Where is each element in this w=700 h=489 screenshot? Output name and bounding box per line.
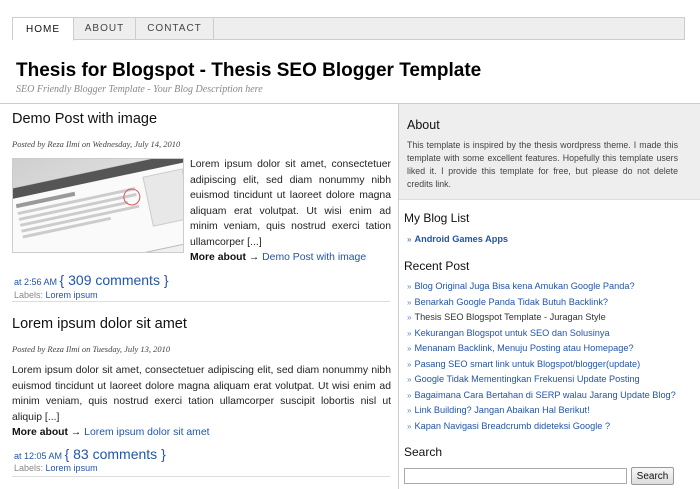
recent-post-list: » Blog Original Juga Bisa kena Amukan Goo…: [407, 279, 676, 434]
top-nav: HOME ABOUT CONTACT: [12, 17, 685, 41]
site-title[interactable]: Thesis for Blogspot - Thesis SEO Blogger…: [16, 60, 481, 82]
post-labels: Labels: Lorem ipsum: [14, 290, 98, 300]
recent-post-label[interactable]: Blog Original Juga Bisa kena Amukan Goog…: [414, 281, 634, 291]
recent-post-label[interactable]: Pasang SEO smart link untuk Blogspot/blo…: [414, 359, 640, 369]
recent-post-item[interactable]: » Benarkah Google Panda Tidak Butuh Backl…: [407, 295, 676, 311]
bullet-icon: »: [407, 328, 412, 338]
bullet-icon: »: [407, 375, 412, 384]
recent-post-label[interactable]: Benarkah Google Panda Tidak Butuh Backli…: [414, 297, 608, 307]
labels-prefix: Labels:: [14, 463, 44, 473]
nav-about[interactable]: ABOUT: [74, 18, 136, 39]
bloglist-item-label[interactable]: Android Games Apps: [414, 234, 508, 244]
bullet-icon: »: [407, 235, 412, 244]
comments-link[interactable]: { 309 comments }: [60, 272, 169, 288]
bullet-icon: »: [407, 390, 412, 400]
bullet-icon: »: [407, 344, 412, 353]
recent-post-item[interactable]: » Kekurangan Blogspot untuk SEO dan Solus…: [407, 326, 676, 342]
recent-post-label[interactable]: Link Building? Jangan Abaikan Hal Beriku…: [414, 405, 589, 415]
recent-post-label[interactable]: Menanam Backlink, Menuju Posting atau Ho…: [414, 343, 633, 353]
post-body: Lorem ipsum dolor sit amet, consectetuer…: [190, 159, 391, 248]
more-arrow: →: [248, 252, 260, 263]
recent-post-item[interactable]: » Pasang SEO smart link untuk Blogspot/bl…: [407, 357, 676, 373]
bullet-icon: »: [407, 282, 412, 291]
search-input[interactable]: [404, 468, 627, 484]
bloglist-title: My Blog List: [404, 211, 470, 225]
recent-post-label[interactable]: Kapan Navigasi Breadcrumb dideteksi Goog…: [414, 421, 610, 431]
post-thumbnail-image[interactable]: [12, 158, 184, 253]
post-excerpt: Lorem ipsum dolor sit amet, consectetuer…: [190, 157, 391, 266]
bullet-icon: »: [407, 297, 412, 307]
comments-count[interactable]: 83 comments: [73, 446, 157, 462]
search-title: Search: [404, 445, 443, 459]
comments-count[interactable]: 309 comments: [68, 272, 160, 288]
nav-contact[interactable]: CONTACT: [136, 18, 214, 39]
bloglist-item[interactable]: » Android Games Apps: [407, 232, 508, 248]
search-button[interactable]: Search: [631, 467, 674, 485]
post-excerpt: Lorem ipsum dolor sit amet, consectetuer…: [12, 363, 391, 441]
post-time[interactable]: at 12:05 AM: [14, 451, 62, 461]
bullet-icon: »: [407, 359, 412, 369]
about-text: This template is inspired by the thesis …: [407, 140, 678, 189]
recent-post-title: Recent Post: [404, 259, 470, 273]
post-time[interactable]: at 2:56 AM: [14, 277, 57, 287]
post-byline: Posted by Reza Ilmi on Wednesday, July 1…: [12, 139, 181, 149]
more-about-link[interactable]: Lorem ipsum dolor sit amet: [84, 427, 209, 438]
comments-link[interactable]: { 83 comments }: [65, 446, 166, 462]
post-byline: Posted by Reza Ilmi on Tuesday, July 13,…: [12, 344, 171, 354]
post-separator: [12, 476, 390, 477]
nav-home[interactable]: HOME: [13, 18, 74, 41]
bullet-icon: »: [407, 421, 412, 431]
bullet-icon: »: [407, 406, 412, 415]
recent-post-item[interactable]: » Google Tidak Mementingkan Frekuensi Upd…: [407, 372, 676, 388]
post-title[interactable]: Lorem ipsum dolor sit amet: [12, 316, 187, 332]
more-about-label: More about: [190, 252, 246, 263]
about-title: About: [407, 118, 440, 132]
site-description: SEO Friendly Blogger Template - Your Blo…: [16, 84, 263, 95]
more-arrow: →: [70, 427, 82, 438]
recent-post-item[interactable]: » Link Building? Jangan Abaikan Hal Berik…: [407, 403, 676, 419]
recent-post-label[interactable]: Kekurangan Blogspot untuk SEO dan Solusi…: [414, 328, 609, 338]
post-meta: at 2:56 AM { 309 comments }: [14, 272, 169, 288]
more-about-label: More about: [12, 427, 68, 438]
label-link[interactable]: Lorem ipsum: [46, 290, 98, 300]
bloglist: » Android Games Apps: [407, 232, 508, 248]
post-meta: at 12:05 AM { 83 comments }: [14, 446, 166, 462]
more-about-link[interactable]: Demo Post with image: [262, 252, 366, 263]
recent-post-item[interactable]: » Thesis SEO Blogspot Template - Juragan …: [407, 310, 676, 326]
label-link[interactable]: Lorem ipsum: [46, 463, 98, 473]
post-separator: [12, 301, 390, 302]
screenshot-thumbnail-icon: [13, 159, 183, 252]
recent-post-label[interactable]: Thesis SEO Blogspot Template - Juragan S…: [414, 312, 605, 322]
recent-post-label[interactable]: Google Tidak Mementingkan Frekuensi Upda…: [414, 374, 639, 384]
bullet-icon: »: [407, 313, 412, 322]
recent-post-item[interactable]: » Blog Original Juga Bisa kena Amukan Goo…: [407, 279, 676, 295]
recent-post-item[interactable]: » Bagaimana Cara Bertahan di SERP walau J…: [407, 388, 676, 404]
labels-prefix: Labels:: [14, 290, 44, 300]
recent-post-label[interactable]: Bagaimana Cara Bertahan di SERP walau Ja…: [414, 390, 675, 400]
post-labels: Labels: Lorem ipsum: [14, 463, 98, 473]
recent-post-item[interactable]: » Kapan Navigasi Breadcrumb dideteksi Goo…: [407, 419, 676, 435]
recent-post-item[interactable]: » Menanam Backlink, Menuju Posting atau H…: [407, 341, 676, 357]
post-title[interactable]: Demo Post with image: [12, 111, 157, 127]
post-body: Lorem ipsum dolor sit amet, consectetuer…: [12, 365, 391, 423]
